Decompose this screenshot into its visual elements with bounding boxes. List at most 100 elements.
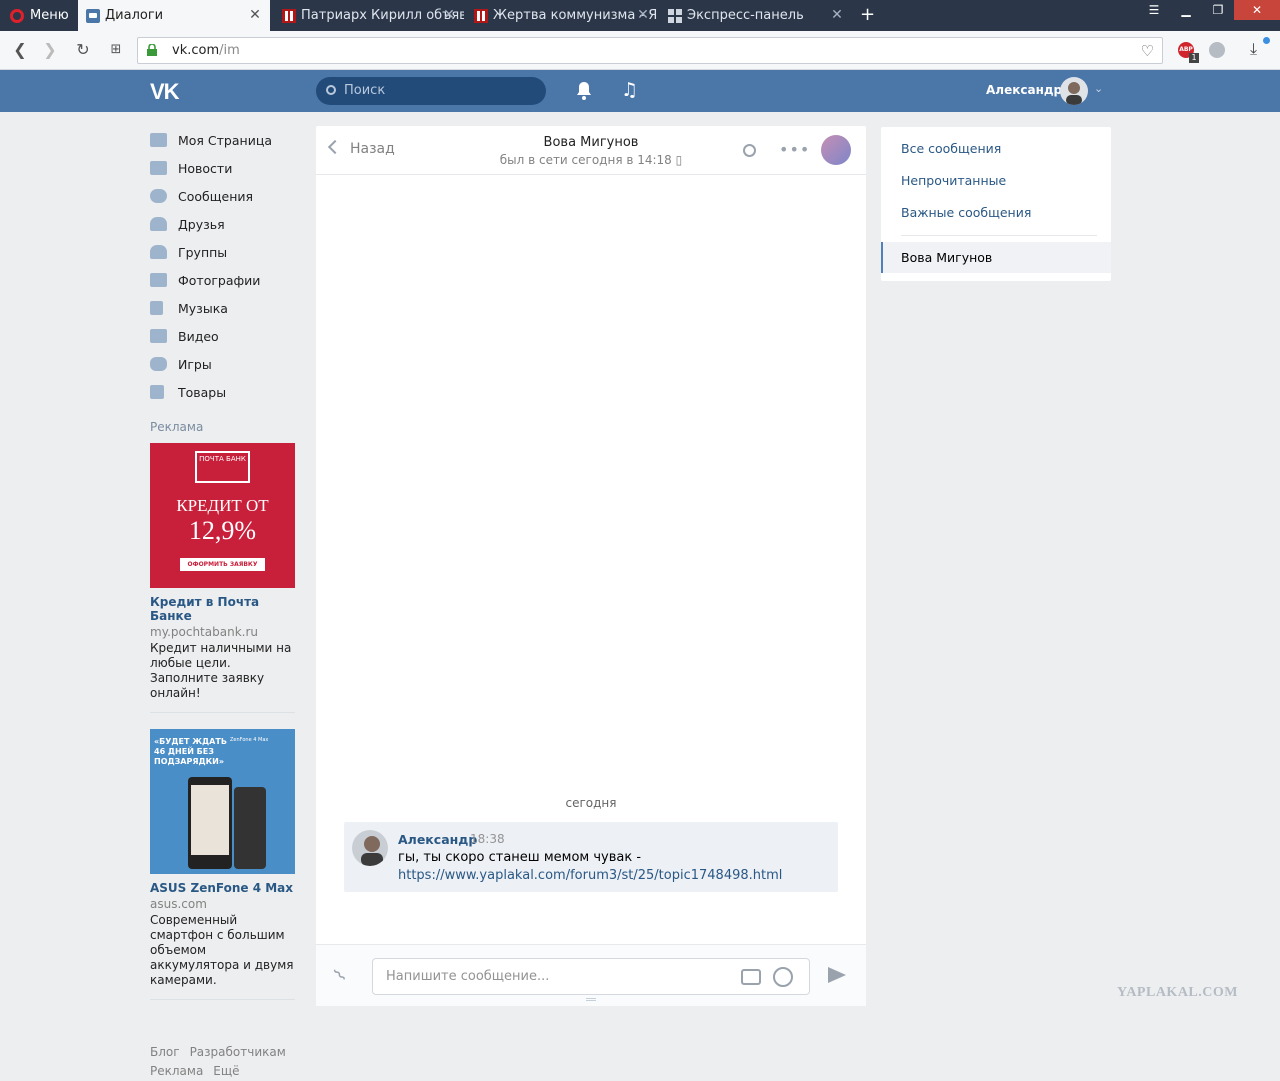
tab-dialogs[interactable]: Диалоги ✕ <box>78 0 270 31</box>
message-time[interactable]: 18:38 <box>470 832 505 846</box>
tab-patriarch[interactable]: Патриарх Кирилл объяви ✕ <box>274 0 464 31</box>
notification-dot <box>1263 37 1270 44</box>
speed-dial-icon[interactable]: ⊞ <box>106 40 126 60</box>
new-tab-plus-icon[interactable]: + <box>860 6 875 24</box>
sidebar-item-label: Фотографии <box>178 272 261 288</box>
ad-banner-pochtabank[interactable]: ПОЧТА БАНК КРЕДИТ ОТ 12,9% ОФОРМИТЬ ЗАЯВ… <box>150 443 295 588</box>
vpn-globe-icon[interactable] <box>1209 42 1225 58</box>
maximize-icon[interactable]: ❐ <box>1202 0 1234 20</box>
close-tab-icon[interactable]: ✕ <box>636 8 650 22</box>
resize-handle[interactable] <box>586 998 596 1001</box>
send-icon[interactable] <box>828 967 846 983</box>
sidebar-item-label: Видео <box>178 328 219 344</box>
more-actions-icon[interactable]: ••• <box>779 140 810 159</box>
search-input[interactable]: Поиск <box>316 77 546 105</box>
sidebar-item-label: Новости <box>178 160 233 176</box>
close-tab-icon[interactable]: ✕ <box>248 8 262 22</box>
contact-avatar[interactable] <box>821 135 851 165</box>
friends-icon <box>150 217 167 231</box>
bookmark-heart-icon[interactable]: ♡ <box>1141 42 1154 60</box>
sidebar-item-games[interactable]: Игры <box>150 350 300 378</box>
tab-menu-icon[interactable]: ☰ <box>1138 0 1170 20</box>
pochtabank-logo: ПОЧТА БАНК <box>195 451 250 483</box>
phone-image <box>188 777 232 869</box>
sidebar-item-label: Товары <box>178 384 227 400</box>
sidebar-item-goods[interactable]: Товары <box>150 378 300 406</box>
profile-name[interactable]: Александр <box>986 83 1062 97</box>
ad-banner-rate: 12,9% <box>188 516 257 545</box>
profile-avatar[interactable] <box>1060 77 1088 105</box>
sidebar-item-my-page[interactable]: Моя Страница <box>150 126 300 154</box>
sidebar-item-news[interactable]: Новости <box>150 154 300 182</box>
chevron-down-icon[interactable]: ⌄ <box>1094 82 1103 95</box>
ad-banner-asus[interactable]: «БУДЕТ ЖДАТЬ 46 ДНЕЙ БЕЗ ПОДЗАРЯДКИ» Zen… <box>150 729 295 874</box>
ad-title[interactable]: ASUS ZenFone 4 Max <box>150 881 300 895</box>
watermark: YAPLAKAL.COM <box>1117 985 1238 1000</box>
online-status-text: был в сети сегодня в 14:18 <box>499 153 672 167</box>
ad-banner-cta: ОФОРМИТЬ ЗАЯВКУ <box>180 558 265 571</box>
left-sidebar: Моя Страница Новости Сообщения Друзья Гр… <box>150 126 300 1081</box>
ad-title[interactable]: Кредит в Почта Банке <box>150 595 300 623</box>
message-author-avatar[interactable] <box>352 830 388 866</box>
emoji-icon[interactable] <box>773 967 793 987</box>
close-tab-icon[interactable]: ✕ <box>442 8 456 22</box>
message-link[interactable]: https://www.yaplakal.com/forum3/st/25/to… <box>398 868 782 883</box>
back-arrow-icon[interactable]: ❮ <box>10 40 30 60</box>
window-close-icon[interactable]: ✕ <box>1234 0 1280 20</box>
ad-banner-sub: ZenFone 4 Max <box>230 737 269 743</box>
search-icon[interactable] <box>743 144 756 157</box>
avatar-image <box>1066 82 1082 105</box>
vk-logo[interactable]: VK <box>150 79 180 105</box>
download-icon[interactable]: ⤓ <box>1250 39 1257 59</box>
reload-icon[interactable]: ↻ <box>73 40 93 60</box>
sidebar-item-label: Моя Страница <box>178 132 272 148</box>
sidebar-item-label: Музыка <box>178 300 228 316</box>
attach-paperclip-icon[interactable]: ⌇ <box>330 965 351 986</box>
url-field[interactable]: vk.com/im ♡ <box>137 37 1163 64</box>
bag-icon <box>150 385 164 399</box>
footer-link-more[interactable]: Ещё <box>213 1064 239 1078</box>
sidebar-item-friends[interactable]: Друзья <box>150 210 300 238</box>
message-input[interactable]: Напишите сообщение... <box>372 958 810 995</box>
music-icon <box>150 301 163 315</box>
camera-icon[interactable] <box>741 969 761 985</box>
forward-arrow-icon[interactable]: ❯ <box>40 40 60 60</box>
filter-all-messages[interactable]: Все сообщения <box>901 141 1001 156</box>
day-divider: сегодня <box>565 796 617 810</box>
video-icon <box>150 329 167 343</box>
footer-link-developers[interactable]: Разработчикам <box>190 1045 286 1059</box>
yaplakal-tab-icon <box>474 8 488 23</box>
notifications-bell-icon[interactable] <box>575 81 593 101</box>
tab-express-panel[interactable]: Экспресс-панель ✕ <box>660 0 852 31</box>
sidebar-item-music[interactable]: Музыка <box>150 294 300 322</box>
footer-link-ads[interactable]: Реклама <box>150 1064 203 1078</box>
message-body: гы, ты скоро станеш мемом чувак - <box>398 850 642 865</box>
home-icon <box>150 133 167 147</box>
filter-important[interactable]: Важные сообщения <box>901 205 1031 220</box>
message-author[interactable]: Александр <box>398 832 477 847</box>
tab-victim[interactable]: Жертва коммунизма - ЯП ✕ <box>466 0 658 31</box>
search-placeholder: Поиск <box>344 83 386 98</box>
avatar-image <box>361 836 383 866</box>
dialog-item-selected[interactable]: Вова Мигунов <box>881 242 1111 273</box>
vk-tab-icon <box>86 8 100 23</box>
tab-title: Диалоги <box>105 8 164 23</box>
sidebar-item-label: Друзья <box>178 216 225 232</box>
ad-text: Кредит наличными на любые цели. Заполнит… <box>150 641 292 700</box>
close-tab-icon[interactable]: ✕ <box>830 8 844 22</box>
sidebar-item-messages[interactable]: Сообщения <box>150 182 300 210</box>
news-icon <box>150 161 167 175</box>
opera-menu-button[interactable]: Меню <box>0 0 76 31</box>
minimize-icon[interactable]: ▁ <box>1170 0 1202 20</box>
sidebar-item-photos[interactable]: Фотографии <box>150 266 300 294</box>
message-item[interactable]: Александр 18:38 гы, ты скоро станеш мемо… <box>344 822 838 892</box>
sidebar-item-groups[interactable]: Группы <box>150 238 300 266</box>
music-player-icon[interactable]: ♫ <box>621 79 638 101</box>
sidebar-item-label: Игры <box>178 356 212 372</box>
filter-unread[interactable]: Непрочитанные <box>901 173 1006 188</box>
footer-link-blog[interactable]: Блог <box>150 1045 180 1059</box>
ad-banner-title: КРЕДИТ ОТ <box>176 496 269 515</box>
groups-icon <box>150 245 167 259</box>
sidebar-item-video[interactable]: Видео <box>150 322 300 350</box>
phone-image <box>234 787 266 869</box>
